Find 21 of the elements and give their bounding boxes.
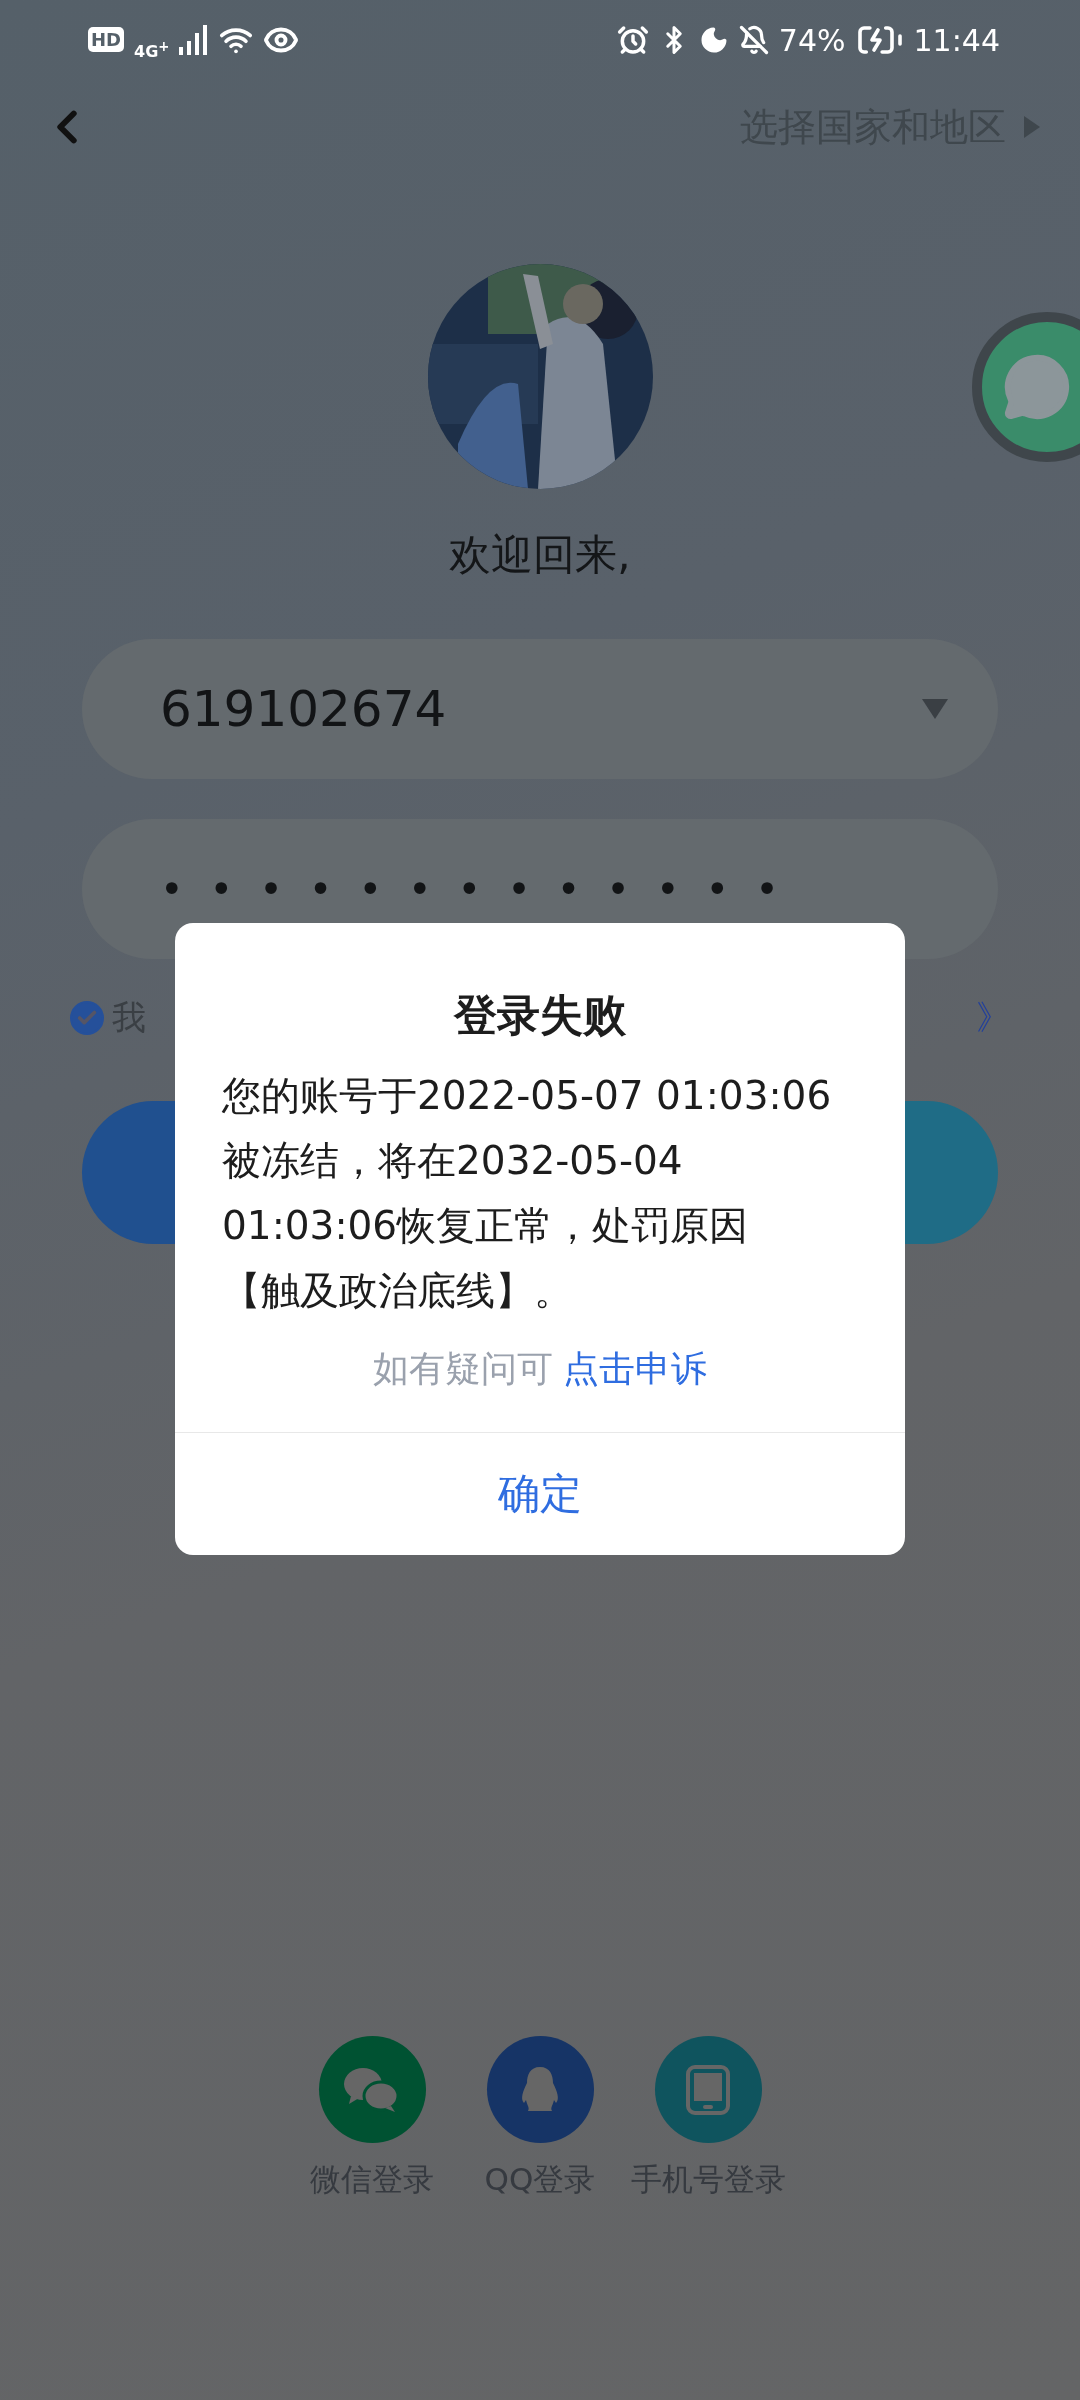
agreement-link[interactable]: 》 <box>976 995 1010 1041</box>
dialog-message: 您的账号于2022-05-07 01:03:06 被冻结，将在2032-05-04 01:03:06恢复正常，处罚原因【触及政治底线】。 <box>222 1072 833 1315</box>
account-field[interactable]: 619102674 <box>82 639 998 779</box>
signal-icon <box>179 25 210 55</box>
battery-percent: 74% <box>778 22 846 58</box>
agreement-checkbox[interactable] <box>70 1001 104 1035</box>
penguin-icon <box>520 2066 560 2113</box>
appeal-link[interactable]: 点击申诉 <box>563 1345 707 1394</box>
confirm-button[interactable]: 确定 <box>175 1433 905 1555</box>
alarm-icon <box>616 24 649 56</box>
hd-badge: HD <box>88 27 124 53</box>
chat-bubble-icon <box>1002 352 1072 422</box>
clock-time: 11:44 <box>913 22 1000 58</box>
bell-off-icon <box>738 25 769 55</box>
welcome-text: 欢迎回来, <box>449 529 631 581</box>
triangle-icon <box>1024 116 1040 138</box>
dropdown-caret-icon <box>922 699 948 719</box>
dialog-hint: 如有疑问可 <box>373 1347 553 1391</box>
network-type: 4G$^{+}$ <box>134 38 170 62</box>
tablet-icon <box>686 2064 730 2115</box>
dialog-title: 登录失败 <box>454 989 626 1042</box>
